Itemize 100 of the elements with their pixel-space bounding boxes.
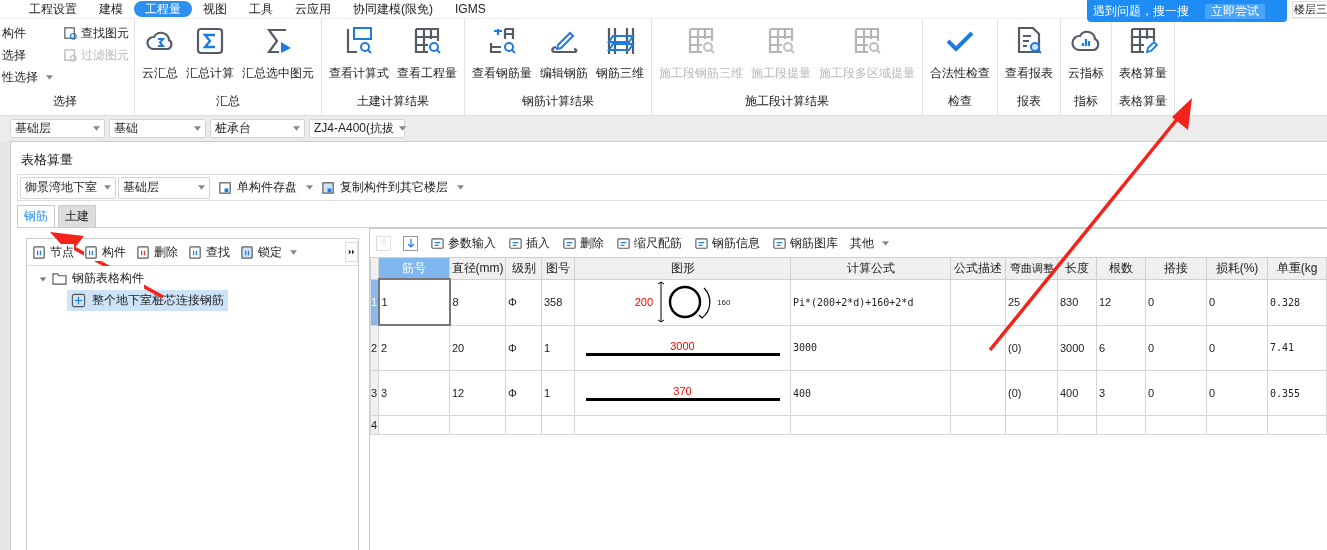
table-cell[interactable]: 1 (541, 370, 575, 416)
panel-tab[interactable]: 钢筋 (17, 205, 55, 227)
ribbon-button[interactable]: 构件 (1, 24, 53, 42)
ribbon-button[interactable]: 编辑钢筋 (537, 19, 591, 93)
table-cell[interactable]: Pi*(200+2*d)+160+2*d (790, 279, 951, 325)
column-header[interactable]: 损耗(%) (1206, 257, 1268, 279)
menu-tab[interactable]: 建模 (88, 1, 134, 17)
ribbon-button[interactable]: 性选择 (1, 68, 53, 86)
column-header[interactable]: 图形 (574, 257, 791, 279)
table-cell[interactable]: 0 (1206, 325, 1268, 371)
folder-icon (52, 271, 67, 286)
dropdown[interactable]: 桩承台 (210, 119, 305, 138)
table-cell[interactable]: 1 (378, 279, 450, 325)
panel-tab[interactable]: 土建 (58, 205, 96, 227)
row-number[interactable]: 3 (370, 370, 379, 416)
toolbar-button[interactable]: 复制构件到其它楼层 (321, 179, 464, 196)
table-cell[interactable]: 0.328 (1267, 279, 1327, 325)
menu-tab[interactable]: 协同建模(限免) (342, 1, 444, 17)
ribbon-button[interactable]: 选择 (1, 46, 53, 64)
ribbon-button[interactable]: 汇总选中图元 (239, 19, 317, 93)
table-cell[interactable]: Φ (505, 325, 542, 371)
table-cell[interactable]: 3000 (1057, 325, 1097, 371)
ribbon-button[interactable]: 查看计算式 (326, 19, 392, 93)
group-label: 检查 (947, 93, 973, 110)
table-cell[interactable]: 20 (449, 325, 506, 371)
ribbon-button[interactable]: 查看报表 (1002, 19, 1056, 93)
column-header[interactable]: 搭接 (1145, 257, 1207, 279)
toolbar-button[interactable]: 缩尺配筋 (616, 234, 682, 252)
table-cell[interactable]: (0) (1005, 370, 1058, 416)
dropdown[interactable]: 基础 (109, 119, 206, 138)
toolbar-button[interactable]: 插入 (508, 234, 550, 252)
table-cell[interactable]: Φ (505, 370, 542, 416)
table-cell[interactable]: 0 (1145, 279, 1207, 325)
column-header[interactable]: 直径(mm) (449, 257, 506, 279)
group-label: 施工段计算结果 (744, 93, 830, 110)
toolbar-button[interactable]: 参数输入 (430, 234, 496, 252)
table-cell[interactable]: Φ (505, 279, 542, 325)
table-cell[interactable]: 25 (1005, 279, 1058, 325)
ribbon-button[interactable]: 云指标 (1065, 19, 1107, 93)
ribbon-button[interactable]: 查看工程量 (394, 19, 460, 93)
column-header[interactable]: 根数 (1096, 257, 1146, 279)
table-cell[interactable]: 0 (1145, 325, 1207, 371)
toolbar-button[interactable]: 其他 (850, 234, 889, 252)
column-header[interactable]: 级别 (505, 257, 542, 279)
toolbar-button[interactable]: 锁定 (240, 243, 297, 261)
ribbon-button[interactable]: 查看钢筋量 (469, 19, 535, 93)
table-cell[interactable]: (0) (1005, 325, 1058, 371)
move-down-button[interactable] (403, 235, 418, 251)
menu-tab[interactable]: 工程设置 (18, 1, 88, 17)
table-cell[interactable]: 400 (1057, 370, 1097, 416)
table-cell[interactable]: 6 (1096, 325, 1146, 371)
table-cell[interactable]: 7.41 (1267, 325, 1327, 371)
table-cell[interactable]: 3 (378, 370, 450, 416)
menu-tab[interactable]: 云应用 (284, 1, 342, 17)
menu-tab[interactable]: 工具 (238, 1, 284, 17)
toolbar-button[interactable]: 删除 (136, 243, 178, 261)
column-header[interactable]: 单重(kg (1267, 257, 1327, 279)
table-cell[interactable]: 0.355 (1267, 370, 1327, 416)
dropdown[interactable]: ZJ4-A400(抗拔 (309, 119, 405, 138)
save-icon (218, 180, 233, 195)
dropdown[interactable]: 基础层 (118, 176, 210, 199)
menu-tab[interactable]: IGMS (444, 1, 497, 17)
floor-field[interactable]: 楼层三 (1292, 1, 1327, 18)
table-cell[interactable]: 12 (1096, 279, 1146, 325)
menu-tab[interactable]: 视图 (192, 1, 238, 17)
toolbar-button[interactable]: 单构件存盘 (218, 179, 313, 196)
table-cell[interactable]: 2 (378, 325, 450, 371)
ribbon-button[interactable]: 汇总计算 (183, 19, 237, 93)
row-number[interactable]: 4 (370, 415, 379, 435)
ribbon-button[interactable]: 云汇总 (139, 19, 181, 93)
table-cell[interactable]: 1 (541, 325, 575, 371)
more-button[interactable] (345, 242, 358, 262)
dropdown[interactable]: 御景湾地下室 (20, 176, 116, 199)
toolbar-button[interactable]: 钢筋信息 (694, 234, 760, 252)
column-header[interactable]: 弯曲调整 (1005, 257, 1058, 279)
row-number[interactable]: 2 (370, 325, 379, 371)
ribbon-button[interactable]: 合法性检查 (927, 19, 993, 93)
toolbar-button[interactable]: 查找 (188, 243, 230, 261)
table-cell[interactable]: 830 (1057, 279, 1097, 325)
table-cell[interactable]: 3000 (790, 325, 951, 371)
table-cell[interactable]: 0 (1206, 279, 1268, 325)
ribbon-button[interactable]: 钢筋三维 (593, 19, 647, 93)
column-header[interactable]: 公式描述 (950, 257, 1006, 279)
column-header[interactable]: 图号 (541, 257, 575, 279)
table-cell[interactable]: 8 (449, 279, 506, 325)
toolbar-button[interactable]: 钢筋图库 (772, 234, 838, 252)
ribbon-button[interactable]: 查找图元 (62, 24, 129, 42)
ribbon-button[interactable]: 表格算量 (1116, 19, 1170, 93)
toolbar-button[interactable]: 节点 (32, 243, 74, 261)
table-cell[interactable]: 0 (1206, 370, 1268, 416)
table-cell[interactable]: 0 (1145, 370, 1207, 416)
column-header[interactable]: 长度 (1057, 257, 1097, 279)
table-cell[interactable]: 358 (541, 279, 575, 325)
dropdown[interactable]: 基础层 (10, 119, 105, 138)
table-cell[interactable]: 400 (790, 370, 951, 416)
toolbar-button[interactable]: 构件 (84, 243, 126, 261)
toolbar-button[interactable]: 删除 (562, 234, 604, 252)
table-cell[interactable]: 3 (1096, 370, 1146, 416)
table-cell[interactable]: 12 (449, 370, 506, 416)
column-header[interactable]: 计算公式 (790, 257, 951, 279)
